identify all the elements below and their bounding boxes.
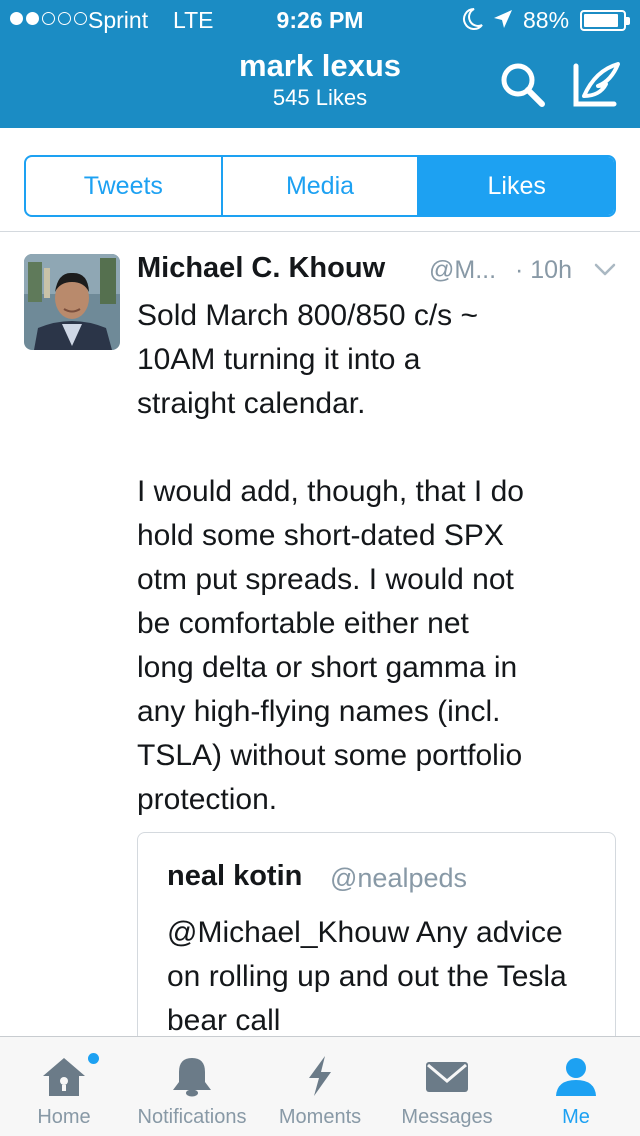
tweet-text: Sold March 800/850 c/s ~ 10AM turning it… bbox=[137, 299, 524, 816]
quoted-author-handle: @nealpeds bbox=[330, 863, 468, 893]
tab-media[interactable]: Media bbox=[223, 157, 420, 215]
battery-icon bbox=[580, 10, 630, 31]
lightning-icon bbox=[309, 1056, 331, 1096]
compose-icon[interactable] bbox=[570, 60, 624, 110]
moon-icon bbox=[463, 8, 483, 30]
tweet-header: Michael C. Khouw @M... · 10h bbox=[137, 250, 617, 290]
tweet-author-handle[interactable]: @M... bbox=[429, 256, 496, 285]
tabbar-moments[interactable]: Moments bbox=[270, 1037, 370, 1136]
divider bbox=[0, 231, 640, 232]
tabbar-home-label: Home bbox=[37, 1106, 91, 1128]
location-arrow-icon bbox=[494, 10, 512, 28]
chevron-down-icon[interactable] bbox=[593, 262, 617, 278]
avatar[interactable] bbox=[24, 254, 120, 350]
tabbar-home[interactable]: Home bbox=[14, 1037, 114, 1136]
battery-percent: 88% bbox=[523, 7, 570, 33]
bell-icon bbox=[173, 1058, 211, 1097]
top-bar: Sprint LTE 9:26 PM 88% mark lexus 545 Li… bbox=[0, 0, 640, 128]
tabbar-notifications-label: Notifications bbox=[137, 1106, 247, 1128]
quoted-tweet-text: @Michael_Khouw Any advice on rolling up … bbox=[167, 916, 567, 1037]
home-icon bbox=[43, 1058, 85, 1096]
tab-tweets[interactable]: Tweets bbox=[26, 157, 223, 215]
tabbar-moments-label: Moments bbox=[278, 1106, 362, 1128]
notification-dot bbox=[88, 1053, 99, 1064]
tweet-author-name[interactable]: Michael C. Khouw bbox=[137, 252, 385, 285]
envelope-icon bbox=[426, 1062, 468, 1092]
tweet-timestamp: · 10h bbox=[515, 256, 572, 284]
tab-likes[interactable]: Likes bbox=[419, 157, 614, 215]
status-bar: Sprint LTE 9:26 PM 88% bbox=[0, 0, 640, 40]
person-icon bbox=[556, 1058, 596, 1096]
bottom-tab-bar: Home Notifications Moments Messages Me bbox=[0, 1036, 640, 1136]
search-icon[interactable] bbox=[498, 60, 548, 110]
tabbar-me-label: Me bbox=[562, 1106, 590, 1128]
tabbar-notifications[interactable]: Notifications bbox=[126, 1037, 258, 1136]
tabbar-messages-label: Messages bbox=[401, 1106, 493, 1128]
tabbar-me[interactable]: Me bbox=[526, 1037, 626, 1136]
tabbar-messages[interactable]: Messages bbox=[390, 1037, 504, 1136]
quoted-author-name: neal kotin bbox=[167, 860, 303, 892]
profile-tabs: Tweets Media Likes bbox=[24, 155, 616, 217]
